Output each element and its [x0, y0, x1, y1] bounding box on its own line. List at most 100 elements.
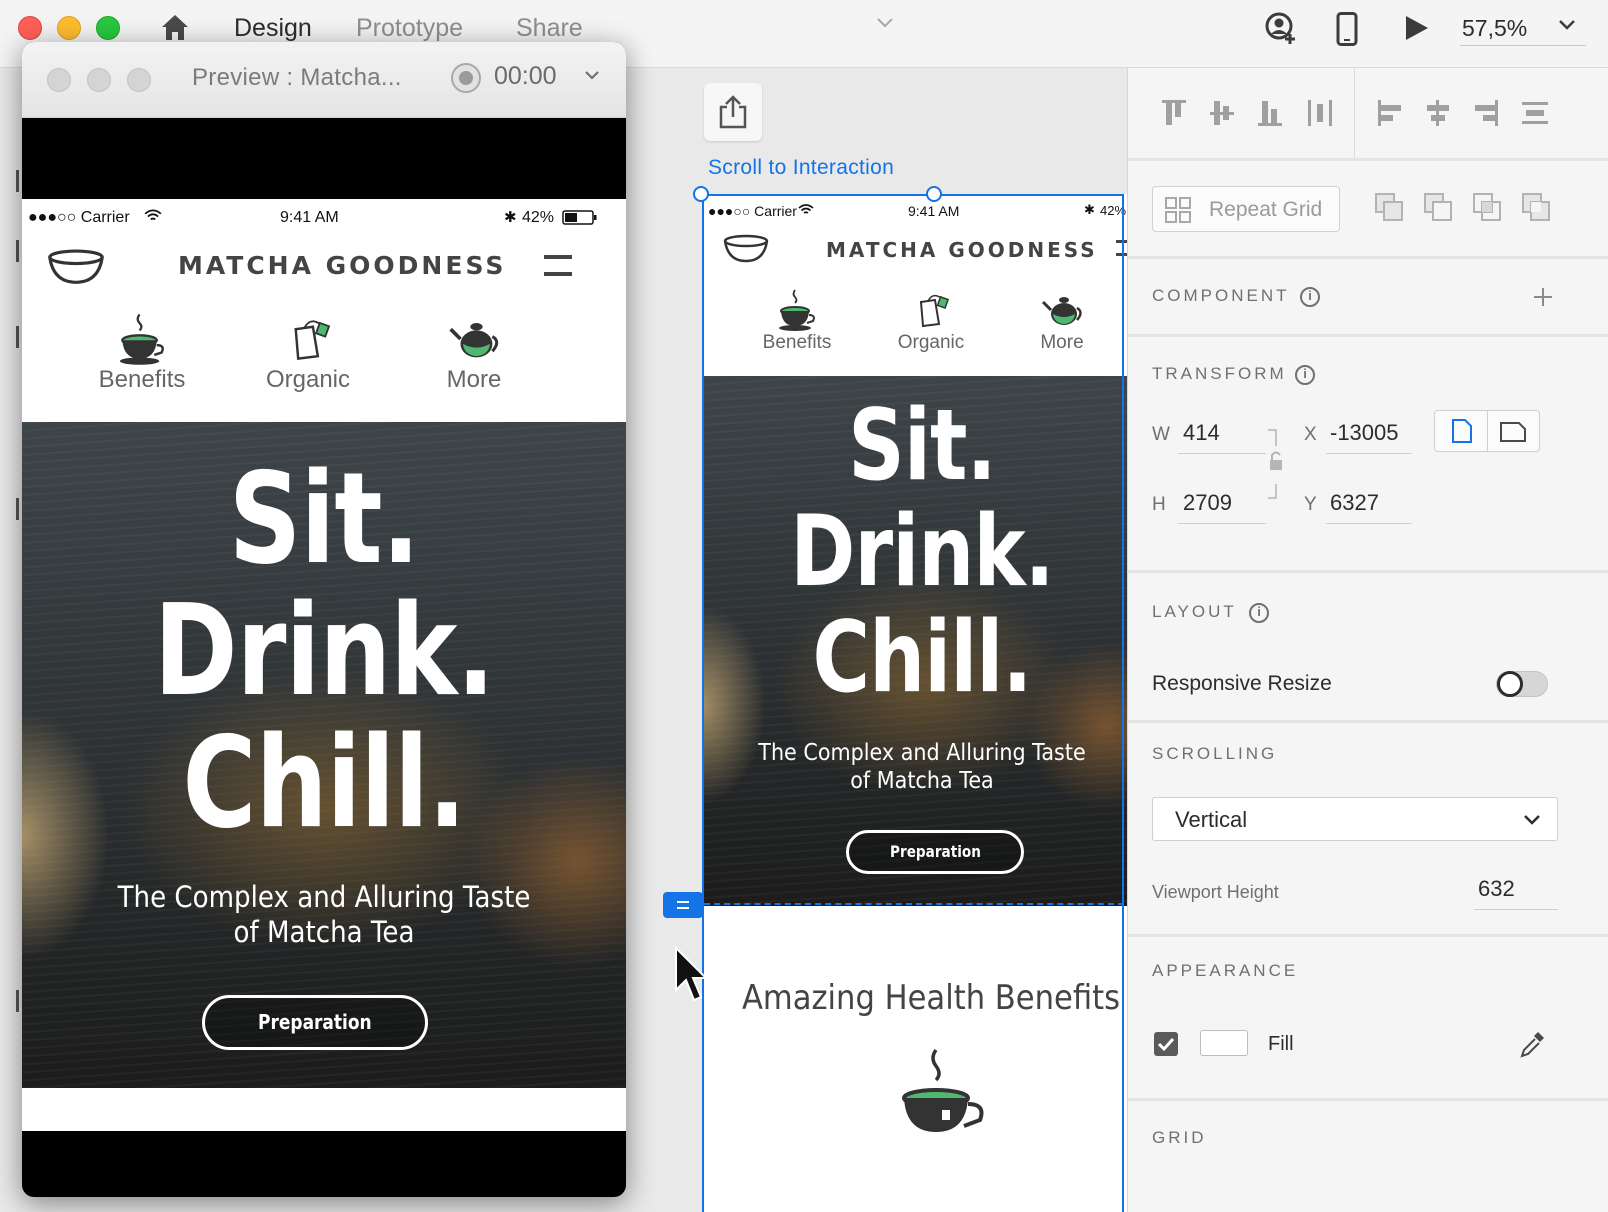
artboard[interactable]: ●●●○○ Carrier 9:41 AM ✱ 42% MATCHA GOODN…	[702, 194, 1142, 1212]
play-icon[interactable]	[1404, 14, 1430, 47]
hero-tagline: The Complex and Alluring Taste of Matcha…	[724, 740, 1120, 795]
align-center-icon[interactable]	[1424, 98, 1452, 133]
device-preview-icon[interactable]	[1336, 12, 1358, 51]
hero-headline-line2: Drink.	[153, 577, 495, 724]
boolean-intersect-icon[interactable]	[1472, 192, 1502, 227]
interaction-label[interactable]: Scroll to Interaction	[708, 156, 894, 180]
panel-divider	[1128, 334, 1608, 337]
hero-tagline-line2: of Matcha Tea	[850, 767, 994, 794]
responsive-resize-label: Responsive Resize	[1152, 672, 1332, 695]
chevron-down-icon[interactable]	[876, 16, 894, 35]
record-icon[interactable]	[450, 62, 482, 99]
distribute-vertical-icon[interactable]	[1306, 98, 1334, 133]
nav-label: Organic	[897, 332, 965, 353]
recording-time: 00:00	[494, 62, 557, 90]
preview-titlebar[interactable]: Preview : Matcha... 00:00	[22, 42, 626, 118]
teapot-icon	[1041, 297, 1082, 325]
boolean-exclude-icon[interactable]	[1521, 192, 1551, 227]
boolean-add-icon[interactable]	[1374, 192, 1404, 227]
align-bottom-icon[interactable]	[1256, 98, 1284, 133]
nav-organic[interactable]: Organic	[256, 312, 360, 394]
nav-label: Benefits	[98, 366, 186, 393]
panel-divider	[1128, 570, 1608, 573]
preview-title: Preview : Matcha...	[192, 64, 402, 91]
align-middle-icon[interactable]	[1208, 98, 1236, 133]
tab-share[interactable]: Share	[516, 14, 583, 43]
preparation-button[interactable]: Preparation	[202, 995, 428, 1050]
chevron-down-icon[interactable]	[1558, 18, 1576, 37]
hero-tagline-line1: The Complex and Alluring Taste	[117, 880, 531, 914]
bluetooth-icon: ✱	[1084, 202, 1095, 217]
preview-minimize-button[interactable]	[87, 68, 111, 92]
tab-prototype[interactable]: Prototype	[356, 14, 463, 43]
portrait-icon[interactable]	[1451, 418, 1473, 449]
align-left-icon[interactable]	[1376, 98, 1404, 133]
boolean-subtract-icon[interactable]	[1423, 192, 1453, 227]
wifi-icon	[144, 209, 162, 228]
viewport-height-field[interactable]: 632	[1474, 876, 1558, 910]
height-label: H	[1152, 494, 1166, 515]
teabag-icon	[919, 294, 950, 328]
nav-label: Benefits	[762, 332, 832, 353]
repeat-grid-label: Repeat Grid	[1209, 198, 1323, 221]
viewport-height-guide	[704, 903, 1124, 905]
grid-icon	[1165, 197, 1191, 228]
viewport-height-value: 632	[1478, 876, 1515, 901]
resize-handle[interactable]	[693, 186, 709, 202]
window-close-button[interactable]	[18, 16, 42, 40]
lock-aspect-icon[interactable]	[1266, 428, 1286, 507]
menu-icon[interactable]	[544, 255, 572, 279]
height-field[interactable]: 2709	[1178, 490, 1266, 524]
chevron-down-icon	[1523, 813, 1541, 831]
preview-close-button[interactable]	[47, 68, 71, 92]
viewport-height-handle[interactable]	[663, 892, 703, 918]
panel-divider	[1128, 934, 1608, 937]
nav-benefits[interactable]: Benefits	[88, 312, 196, 394]
align-right-icon[interactable]	[1472, 98, 1500, 133]
nav-benefits[interactable]: Benefits	[754, 288, 840, 354]
preparation-button-label: Preparation	[889, 842, 981, 861]
resize-handle[interactable]	[926, 186, 942, 202]
orientation-toggle[interactable]	[1434, 410, 1540, 452]
hero-headline-line1: Sit.	[848, 389, 996, 503]
panel-divider	[1128, 1098, 1608, 1101]
width-field[interactable]: 414	[1178, 420, 1266, 454]
landscape-icon[interactable]	[1499, 421, 1527, 448]
add-component-icon[interactable]	[1532, 286, 1554, 313]
share-user-icon[interactable]	[1264, 12, 1298, 51]
hero-tagline: The Complex and Alluring Taste of Matcha…	[52, 880, 596, 950]
fill-label: Fill	[1268, 1033, 1294, 1055]
hero-tagline-line1: The Complex and Alluring Taste	[758, 740, 1086, 766]
eyedropper-icon[interactable]	[1518, 1028, 1548, 1065]
scrolling-select[interactable]: Vertical	[1152, 797, 1558, 841]
info-icon[interactable]	[1249, 603, 1269, 623]
responsive-resize-toggle[interactable]	[1496, 671, 1548, 697]
align-top-icon[interactable]	[1160, 98, 1188, 133]
zoom-level[interactable]: 57,5%	[1462, 15, 1527, 42]
window-maximize-button[interactable]	[96, 16, 120, 40]
preview-maximize-button[interactable]	[127, 68, 151, 92]
fill-color-swatch[interactable]	[1200, 1030, 1248, 1056]
repeat-grid-button[interactable]: Repeat Grid	[1152, 186, 1340, 232]
nav-more[interactable]: More	[1020, 288, 1104, 354]
brand-title: MATCHA GOODNESS	[826, 238, 1098, 262]
hero-section: Sit. Drink. Chill. The Complex and Allur…	[22, 422, 626, 1088]
y-field[interactable]: 6327	[1326, 490, 1412, 524]
nav-organic[interactable]: Organic	[888, 288, 974, 354]
teapot-icon	[449, 323, 499, 358]
window-minimize-button[interactable]	[57, 16, 81, 40]
chevron-down-icon[interactable]	[584, 68, 600, 86]
tab-design[interactable]: Design	[234, 14, 312, 43]
preparation-button[interactable]: Preparation	[846, 830, 1024, 874]
bowl-logo-icon	[722, 232, 770, 269]
x-field[interactable]: -13005	[1326, 420, 1412, 454]
share-artboard-button[interactable]	[704, 83, 762, 141]
nav-more[interactable]: More	[428, 312, 520, 394]
fill-checkbox[interactable]	[1154, 1032, 1178, 1056]
info-icon[interactable]	[1300, 287, 1320, 307]
distribute-horizontal-icon[interactable]	[1520, 98, 1550, 133]
preview-screen[interactable]: ●●●○○ Carrier 9:41 AM ✱ 42% MATCHA GOODN…	[22, 199, 626, 1131]
bluetooth-icon: ✱	[504, 209, 517, 226]
hero-section: Sit. Drink. Chill. The Complex and Allur…	[702, 376, 1142, 906]
info-icon[interactable]	[1295, 365, 1315, 385]
